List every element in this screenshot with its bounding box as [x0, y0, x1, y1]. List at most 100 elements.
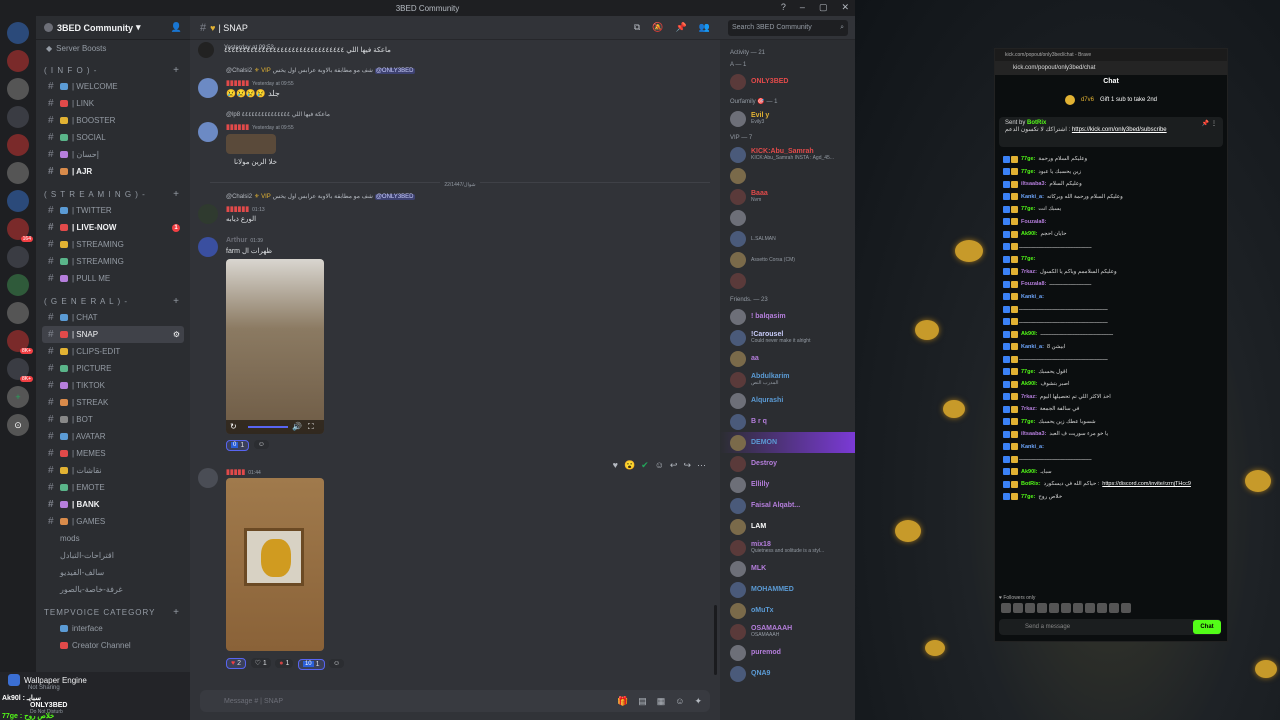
channel-creator-channel[interactable]: Creator Channel [42, 637, 184, 654]
kick-username[interactable]: Ak90l: [1021, 381, 1038, 387]
video-progress[interactable] [248, 426, 288, 428]
member-item[interactable]: QNA9 [720, 663, 855, 684]
kick-username[interactable]: Kanki_a: [1021, 294, 1044, 300]
add-channel-icon[interactable]: + [173, 607, 180, 618]
kick-username[interactable]: 77ge: [1021, 369, 1035, 375]
channel-item-1[interactable]: اقتراحات-التبادل [42, 547, 184, 564]
pin-icon[interactable]: 📌 [676, 22, 687, 33]
home-server-icon[interactable] [7, 22, 29, 44]
member-item[interactable] [720, 207, 855, 228]
apps-icon[interactable]: ✦ [694, 696, 702, 707]
channel-tiktok[interactable]: # | TIKTOK [42, 377, 184, 394]
emote[interactable] [1073, 603, 1083, 613]
emote[interactable] [1061, 603, 1071, 613]
server-icon[interactable] [7, 162, 29, 184]
kick-username[interactable]: 7rkaz: [1021, 269, 1037, 275]
scrollbar[interactable] [714, 605, 717, 675]
username[interactable]: ▮▮▮▮▮▮ [226, 80, 249, 87]
kick-message-input[interactable]: Send a message [999, 619, 1221, 635]
gif-icon[interactable]: ▤ [638, 696, 647, 707]
kick-username[interactable]: 77ge: [1021, 156, 1035, 162]
emote[interactable] [1025, 603, 1035, 613]
sticker-icon[interactable]: ▦ [657, 696, 666, 707]
server-icon[interactable] [7, 246, 29, 268]
member-item[interactable]: ! balqasim [720, 306, 855, 327]
member-item[interactable] [720, 165, 855, 186]
reaction[interactable]: ● 1 [275, 659, 294, 668]
emote[interactable] [1121, 603, 1131, 613]
add-channel-icon[interactable]: + [173, 189, 180, 200]
category-general[interactable]: ( G E N E R A L ) - + [36, 293, 190, 309]
add-reaction-icon[interactable]: ☺ [655, 460, 664, 471]
emote[interactable] [1013, 603, 1023, 613]
member-item[interactable]: MLK [720, 558, 855, 579]
channel-snap[interactable]: # | SNAP ⚙ [42, 326, 184, 343]
add-reaction-icon[interactable]: ☺ [253, 440, 269, 449]
notification-bell-icon[interactable]: 🔕 [652, 22, 663, 33]
channel-item-4[interactable]: # | إحسان [42, 146, 184, 163]
emoji-icon[interactable]: ☺ [675, 696, 684, 707]
top-gifter-name[interactable]: d7v6 [1081, 97, 1094, 103]
server-icon[interactable]: 164 [7, 218, 33, 242]
reaction[interactable]: ♥ 2 [226, 658, 247, 669]
avatar[interactable] [198, 204, 218, 224]
kick-username[interactable]: Ak90l: [1021, 331, 1038, 337]
avatar[interactable] [198, 42, 214, 58]
member-item[interactable]: Assetto Corsa (CM) [720, 249, 855, 270]
image-attachment[interactable] [226, 134, 276, 154]
emote[interactable] [1097, 603, 1107, 613]
kick-username[interactable]: 77ge: [1021, 206, 1035, 212]
category-tempvoice[interactable]: TEMPVOICE CATEGORY + [36, 604, 190, 620]
kick-username[interactable]: Ak90l: [1021, 231, 1038, 237]
more-icon[interactable]: ⋯ [697, 460, 706, 471]
server-icon[interactable] [7, 274, 29, 296]
channel-item-3[interactable]: غرفة-خاصة-بالصور [42, 581, 184, 598]
channel-item-9[interactable]: # | نقاشات [42, 462, 184, 479]
kick-username[interactable]: Fouzala8: [1021, 219, 1046, 225]
member-item[interactable]: L.SALMAN [720, 228, 855, 249]
channel-memes[interactable]: # | MEMES [42, 445, 184, 462]
channel-link[interactable]: # | LINK [42, 95, 184, 112]
category-streaming[interactable]: ( S T R E A M I N G ) - + [36, 186, 190, 202]
minimize-icon[interactable]: – [800, 2, 805, 13]
channel-pull-me[interactable]: # | PULL ME [42, 270, 184, 287]
emote[interactable] [1085, 603, 1095, 613]
add-user-icon[interactable]: 👤 [171, 22, 182, 33]
channel-live-now[interactable]: # | LIVE-NOW 1 [42, 219, 184, 236]
avatar[interactable] [198, 237, 218, 257]
image-attachment[interactable] [226, 478, 324, 651]
channel-interface[interactable]: interface [42, 620, 184, 637]
mention[interactable]: @ONLY3BED [374, 194, 415, 200]
add-server-icon[interactable]: + [7, 386, 29, 408]
settings-icon[interactable]: ⚙ [173, 330, 180, 339]
channel-streaming[interactable]: # | STREAMING [42, 253, 184, 270]
avatar[interactable] [198, 468, 218, 488]
kick-username[interactable]: 77ge: [1021, 494, 1035, 500]
member-item[interactable]: Ellilly [720, 474, 855, 495]
reply-preview[interactable]: @lp8 ماعكة فيها اللي ٤٤٤٤٤٤٤٤٤٤٤٤٤٤٤ [226, 111, 330, 118]
add-channel-icon[interactable]: + [173, 65, 180, 76]
channel-streaming[interactable]: # | STREAMING [42, 236, 184, 253]
member-item[interactable]: Destroy [720, 453, 855, 474]
channel-twitter[interactable]: # | TWITTER [42, 202, 184, 219]
reaction[interactable]: ♡ 1 [250, 658, 271, 668]
server-icon[interactable] [7, 78, 29, 100]
server-icon[interactable]: 8K+ [7, 330, 33, 354]
member-item[interactable]: LAM [720, 516, 855, 537]
category-info[interactable]: ( I N F O ) - + [36, 62, 190, 78]
volume-icon[interactable]: 🔊 [292, 422, 302, 431]
channel-bank[interactable]: # | BANK [42, 496, 184, 513]
channel-streak[interactable]: # | STREAK [42, 394, 184, 411]
kick-username[interactable]: 77ge: [1021, 256, 1035, 262]
server-icon[interactable]: 8K+ [7, 358, 33, 382]
kick-username[interactable]: iltsaaba3: [1021, 431, 1046, 437]
channel-booster[interactable]: # | BOOSTER [42, 112, 184, 129]
channel-bot[interactable]: # | BOT [42, 411, 184, 428]
reaction-icon[interactable]: ♥ [613, 460, 618, 471]
kick-username[interactable]: 77ge: [1021, 419, 1035, 425]
member-item[interactable]: Baaa Nvm [720, 186, 855, 207]
pin-icon[interactable]: 📌 ⋮ [1202, 120, 1217, 127]
emote[interactable] [1001, 603, 1011, 613]
explore-icon[interactable]: ⊙ [7, 414, 29, 436]
member-item[interactable]: aa [720, 348, 855, 369]
